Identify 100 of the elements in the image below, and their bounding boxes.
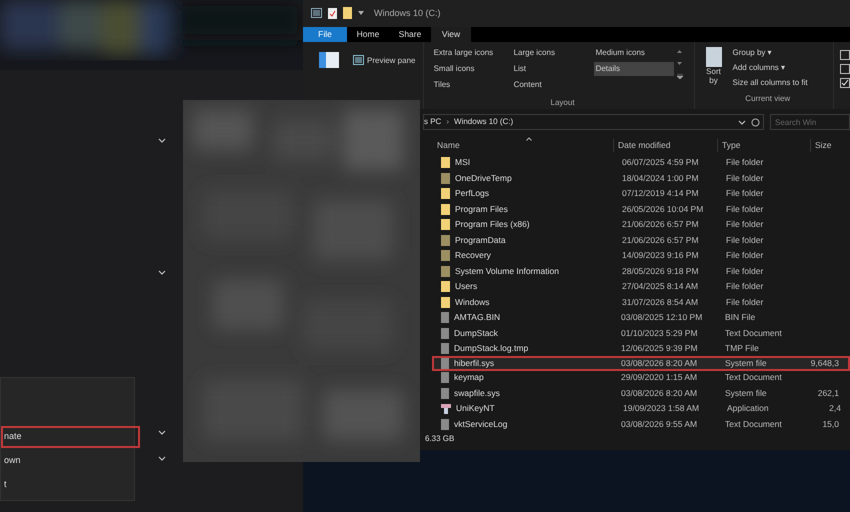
date-cell-text: 26/05/2026 10:04 PM bbox=[622, 202, 704, 216]
chevron-down-icon[interactable] bbox=[158, 430, 166, 435]
expand-icon[interactable] bbox=[676, 74, 683, 79]
folder-icon bbox=[441, 250, 450, 262]
type-cell-text: TMP File bbox=[725, 342, 760, 356]
layout-option[interactable]: Medium icons bbox=[594, 46, 674, 60]
file-icon bbox=[441, 372, 449, 384]
file-row[interactable]: Program Files (x86) 21/06/2026 6:57 PM File folder bbox=[432, 217, 850, 233]
window-title: Windows 10 (C:) bbox=[374, 6, 441, 20]
chevron-down-icon[interactable] bbox=[158, 456, 166, 461]
preview-pane-label[interactable]: Preview pane bbox=[367, 54, 416, 67]
group-label: Current view bbox=[744, 92, 792, 105]
menu-item[interactable]: t bbox=[1, 474, 140, 496]
layout-option[interactable]: Tiles bbox=[432, 78, 512, 92]
file-row[interactable]: DumpStack.log.tmp 12/06/2025 9:39 PM TMP File bbox=[432, 341, 850, 357]
date-cell-text: 01/10/2023 5:29 PM bbox=[621, 326, 699, 340]
folder-icon bbox=[441, 266, 450, 277]
size-columns-button[interactable]: Size all columns to fit bbox=[732, 76, 808, 89]
file-row[interactable]: Users 27/04/2025 8:14 AM File folder bbox=[432, 279, 850, 295]
file-row[interactable]: keymap 29/09/2020 1:15 AM Text Document bbox=[432, 370, 850, 386]
file-row[interactable]: System Volume Information 28/05/2026 9:18 PM File folder bbox=[432, 264, 850, 280]
type-cell-text: Text Document bbox=[725, 418, 783, 431]
type-cell-text: System file bbox=[725, 356, 768, 370]
menu-item[interactable]: own bbox=[1, 450, 140, 472]
checkbox[interactable] bbox=[840, 78, 850, 88]
dropdown-icon[interactable] bbox=[358, 11, 364, 16]
date-cell-text: 03/08/2026 8:20 AM bbox=[621, 386, 698, 400]
ribbon-tab[interactable]: Home bbox=[347, 26, 389, 42]
file-row[interactable]: MSI 06/07/2025 4:59 PM File folder bbox=[432, 155, 850, 171]
search-field[interactable]: Search Win bbox=[770, 114, 850, 130]
properties-icon[interactable] bbox=[328, 8, 337, 19]
layout-option[interactable]: Extra large icons bbox=[432, 46, 512, 60]
type-cell-text: File folder bbox=[726, 296, 764, 309]
ribbon-tab[interactable]: Share bbox=[389, 26, 431, 42]
file-icon bbox=[441, 358, 449, 369]
type-cell-text: Text Document bbox=[725, 371, 783, 384]
date-cell-text: 03/08/2025 12:10 PM bbox=[621, 311, 704, 324]
column-header[interactable]: Name bbox=[423, 139, 613, 152]
size-cell-text: 15,0 bbox=[821, 418, 839, 431]
file-row[interactable]: DumpStack 01/10/2023 5:29 PM Text Document bbox=[432, 326, 850, 342]
layout-option[interactable]: List bbox=[512, 62, 594, 76]
group-by-button[interactable]: Group by ▾ bbox=[732, 46, 808, 59]
file-name: Program Files (x86) bbox=[454, 218, 531, 232]
scroll-down-icon[interactable] bbox=[676, 62, 682, 65]
file-row[interactable]: Program Files 26/05/2026 10:04 PM File folder bbox=[432, 202, 850, 218]
date-cell-text: 29/09/2020 1:15 AM bbox=[621, 371, 698, 384]
file-row[interactable]: ProgramData 21/06/2026 6:57 PM File folder bbox=[432, 232, 850, 248]
folder-icon bbox=[441, 296, 450, 308]
file-row[interactable]: vktServiceLog 03/08/2026 9:55 AM Text Document 15,0 bbox=[432, 416, 850, 432]
layout-option[interactable]: Content bbox=[512, 78, 594, 92]
column-header[interactable]: Date modified bbox=[613, 139, 717, 152]
type-cell-text: File folder bbox=[726, 202, 764, 216]
date-cell-text: 18/04/2024 1:00 PM bbox=[622, 172, 700, 185]
file-row[interactable]: OneDriveTemp 18/04/2024 1:00 PM File folder bbox=[432, 170, 850, 186]
ribbon-tab[interactable]: View bbox=[431, 26, 471, 42]
chevron-down-icon[interactable] bbox=[158, 270, 166, 275]
file-name: OneDriveTemp bbox=[454, 172, 513, 185]
file-row[interactable]: Recovery 14/09/2023 9:16 PM File folder bbox=[432, 248, 850, 264]
file-row[interactable]: hiberfil.sys 03/08/2026 8:20 AM System file 9,648,3 bbox=[432, 356, 850, 372]
add-columns-button[interactable]: Add columns ▾ bbox=[732, 62, 808, 74]
file-name: Users bbox=[454, 280, 478, 294]
chevron-down-icon[interactable] bbox=[158, 138, 166, 143]
file-row[interactable]: PerfLogs 07/12/2019 4:14 PM File folder bbox=[432, 186, 850, 202]
file-row[interactable]: swapfile.sys 03/08/2026 8:20 AM System file 262,1 bbox=[432, 386, 850, 402]
type-cell-text: File folder bbox=[726, 218, 764, 232]
layout-option[interactable]: Details bbox=[594, 62, 674, 76]
type-cell-text: File folder bbox=[726, 249, 764, 262]
file-name: System Volume Information bbox=[454, 264, 560, 278]
status-text: 6.33 GB bbox=[425, 433, 454, 446]
folder-icon bbox=[441, 157, 450, 168]
date-cell-text: 21/06/2026 6:57 PM bbox=[622, 234, 700, 247]
date-cell-text: 31/07/2026 8:54 AM bbox=[622, 296, 700, 309]
file-name: PerfLogs bbox=[454, 187, 490, 200]
chevron-down-icon[interactable] bbox=[738, 120, 746, 125]
file-row[interactable]: UniKeyNT 19/09/2023 1:58 AM Application 2,4 bbox=[432, 401, 850, 417]
checkbox[interactable] bbox=[840, 64, 850, 74]
file-row[interactable]: AMTAG.BIN 03/08/2025 12:10 PM BIN File bbox=[432, 310, 850, 326]
menu-item[interactable]: nate bbox=[1, 426, 140, 448]
layout-option[interactable]: Small icons bbox=[432, 62, 512, 76]
folder-icon[interactable] bbox=[343, 7, 352, 20]
checkbox[interactable] bbox=[840, 50, 850, 60]
file-name: MSI bbox=[454, 156, 472, 170]
navigation-pane-icon[interactable] bbox=[319, 52, 339, 68]
size-cell-text: 2,4 bbox=[828, 402, 841, 416]
address-bar[interactable]: s PC › Windows 10 (C:) bbox=[423, 114, 764, 130]
size-cell-text: 9,648,3 bbox=[810, 356, 839, 370]
layout-option[interactable]: Large icons bbox=[512, 46, 594, 60]
ribbon-tab[interactable]: File bbox=[303, 26, 347, 42]
scroll-up-icon[interactable] bbox=[676, 50, 682, 53]
file-name: vktServiceLog bbox=[453, 418, 508, 431]
file-row[interactable]: Windows 31/07/2026 8:54 AM File folder bbox=[432, 294, 850, 310]
column-header[interactable]: Size bbox=[810, 139, 850, 152]
size-cell-text: 262,1 bbox=[816, 386, 839, 400]
column-header[interactable]: Type bbox=[717, 139, 810, 152]
date-cell-text: 28/05/2026 9:18 PM bbox=[622, 264, 700, 278]
folder-icon bbox=[441, 234, 450, 246]
drive-icon bbox=[311, 8, 322, 18]
sort-by-button[interactable]: Sort by bbox=[702, 46, 725, 89]
refresh-icon[interactable] bbox=[751, 118, 760, 127]
type-cell-text: File folder bbox=[726, 234, 764, 247]
